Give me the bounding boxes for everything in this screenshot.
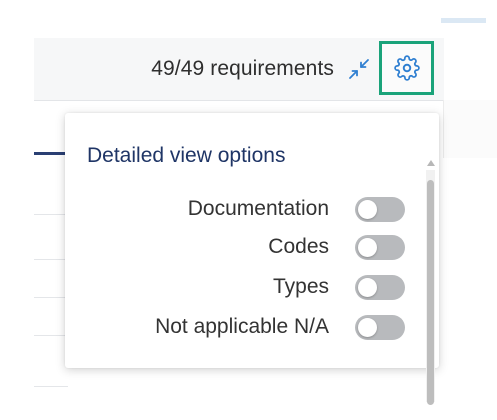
right-panel-edge <box>443 100 497 158</box>
option-documentation: Documentation <box>188 195 405 223</box>
codes-toggle[interactable] <box>355 234 405 260</box>
option-label: Codes <box>268 235 329 258</box>
option-label: Not applicable N/A <box>155 315 329 338</box>
active-tab-indicator <box>34 152 66 155</box>
gear-icon <box>393 55 420 81</box>
types-toggle[interactable] <box>355 274 405 300</box>
toggle-knob <box>358 277 377 297</box>
settings-button[interactable] <box>379 41 434 95</box>
option-codes: Codes <box>268 233 405 261</box>
row-divider <box>34 214 68 215</box>
option-not-applicable: Not applicable N/A <box>155 313 405 341</box>
row-divider <box>34 259 68 260</box>
row-divider <box>34 297 68 298</box>
left-background <box>0 0 34 420</box>
scroll-up-arrow-icon[interactable] <box>427 160 435 166</box>
row-divider <box>34 386 68 387</box>
popover-title: Detailed view options <box>87 144 286 167</box>
not-applicable-toggle[interactable] <box>355 314 405 340</box>
top-accent-bar <box>441 18 486 23</box>
detailed-view-options-popover: Detailed view options Documentation Code… <box>65 113 439 368</box>
option-label: Documentation <box>187 197 329 220</box>
collapse-button[interactable] <box>346 56 372 82</box>
collapse-arrows-icon <box>349 59 369 79</box>
requirements-count: 49/49 requirements <box>151 57 334 80</box>
toggle-knob <box>358 199 377 219</box>
toggle-knob <box>358 237 377 257</box>
option-label: Types <box>272 275 329 298</box>
option-types: Types <box>273 273 405 301</box>
scrollbar[interactable] <box>424 160 437 405</box>
toggle-knob <box>358 317 377 337</box>
scrollbar-thumb[interactable] <box>427 180 434 405</box>
documentation-toggle[interactable] <box>355 196 405 222</box>
row-divider <box>34 335 68 336</box>
